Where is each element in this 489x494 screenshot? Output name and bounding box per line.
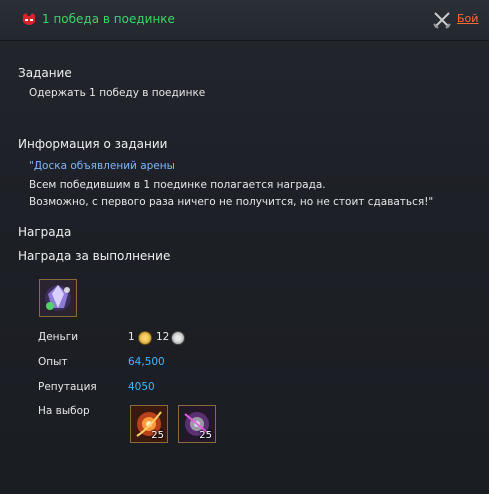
choice-item-1-count: 25 — [151, 430, 164, 441]
battle-link[interactable]: Бой — [457, 12, 478, 25]
choice-item-2-count: 25 — [199, 430, 212, 441]
crossed-swords-icon — [433, 12, 451, 29]
info-line-2: Возможно, с первого раза ничего не получ… — [29, 196, 434, 208]
silver-coin-icon — [171, 331, 185, 345]
info-source-line: "Доска объявлений арены — [29, 160, 175, 172]
crystal-gem-icon — [40, 280, 76, 316]
quest-title: 1 победа в поединке — [42, 12, 175, 26]
money-gold-value: 1 — [128, 331, 135, 343]
info-line-1: Всем победившим в 1 поединке полагается … — [29, 179, 326, 191]
choice-item-1[interactable]: 25 — [130, 405, 168, 443]
money-silver-value: 12 — [156, 331, 170, 343]
reputation-label: Репутация — [38, 381, 97, 393]
exp-label: Опыт — [38, 356, 68, 368]
title-bar: 1 победа в поединке Бой — [0, 0, 489, 41]
info-heading: Информация о задании — [18, 137, 168, 151]
reward-item-slot[interactable] — [39, 279, 77, 317]
choice-item-2[interactable]: 25 — [178, 405, 216, 443]
reputation-value: 4050 — [128, 381, 155, 393]
choice-label: На выбор — [38, 405, 90, 417]
source-link[interactable]: Доска объявлений арены — [34, 160, 175, 172]
gold-coin-icon — [138, 331, 152, 345]
money-label: Деньги — [38, 331, 79, 343]
completion-reward-heading: Награда за выполнение — [18, 249, 171, 263]
exp-value: 64,500 — [128, 356, 165, 368]
reward-heading: Награда — [18, 225, 72, 239]
task-text: Одержать 1 победу в поединке — [29, 87, 206, 99]
task-heading: Задание — [18, 66, 72, 80]
quest-mask-icon — [23, 13, 35, 25]
